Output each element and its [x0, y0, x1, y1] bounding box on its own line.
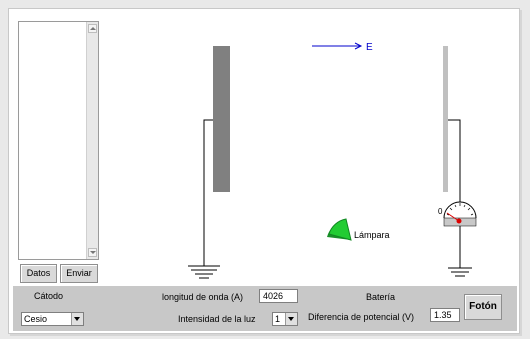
chevron-down-icon[interactable]: [71, 313, 83, 325]
intensity-label: Intensidad de la luz: [178, 314, 256, 324]
bateria-label: Batería: [366, 292, 396, 302]
catodo-label: Cátodo: [34, 291, 64, 301]
cathode-wire: [203, 119, 213, 266]
wavelength-input[interactable]: 4026: [259, 289, 298, 303]
cathode-ground-icon: [188, 265, 220, 279]
catodo-value: Cesio: [24, 314, 48, 324]
field-arrow-icon: [312, 42, 363, 50]
intensity-select[interactable]: 1: [272, 312, 298, 326]
potential-input[interactable]: 1.35: [430, 308, 460, 322]
meter-icon: [443, 201, 477, 227]
intensity-value: 1: [275, 314, 281, 324]
chevron-down-icon[interactable]: [285, 313, 297, 325]
field-label: E: [366, 42, 373, 53]
anode-wire: [448, 119, 461, 203]
cathode-plate: [213, 46, 230, 192]
meter-reading: 0: [438, 207, 443, 216]
foton-button[interactable]: Fotón: [464, 294, 502, 320]
wavelength-label: longitud de onda (A): [162, 292, 244, 302]
potential-label: Diferencia de potencial (V): [308, 312, 415, 322]
anode-ground-icon: [448, 267, 472, 277]
catodo-select[interactable]: Cesio: [21, 312, 84, 326]
lamp-label: Lámpara: [354, 230, 390, 240]
anode-plate: [443, 46, 448, 192]
